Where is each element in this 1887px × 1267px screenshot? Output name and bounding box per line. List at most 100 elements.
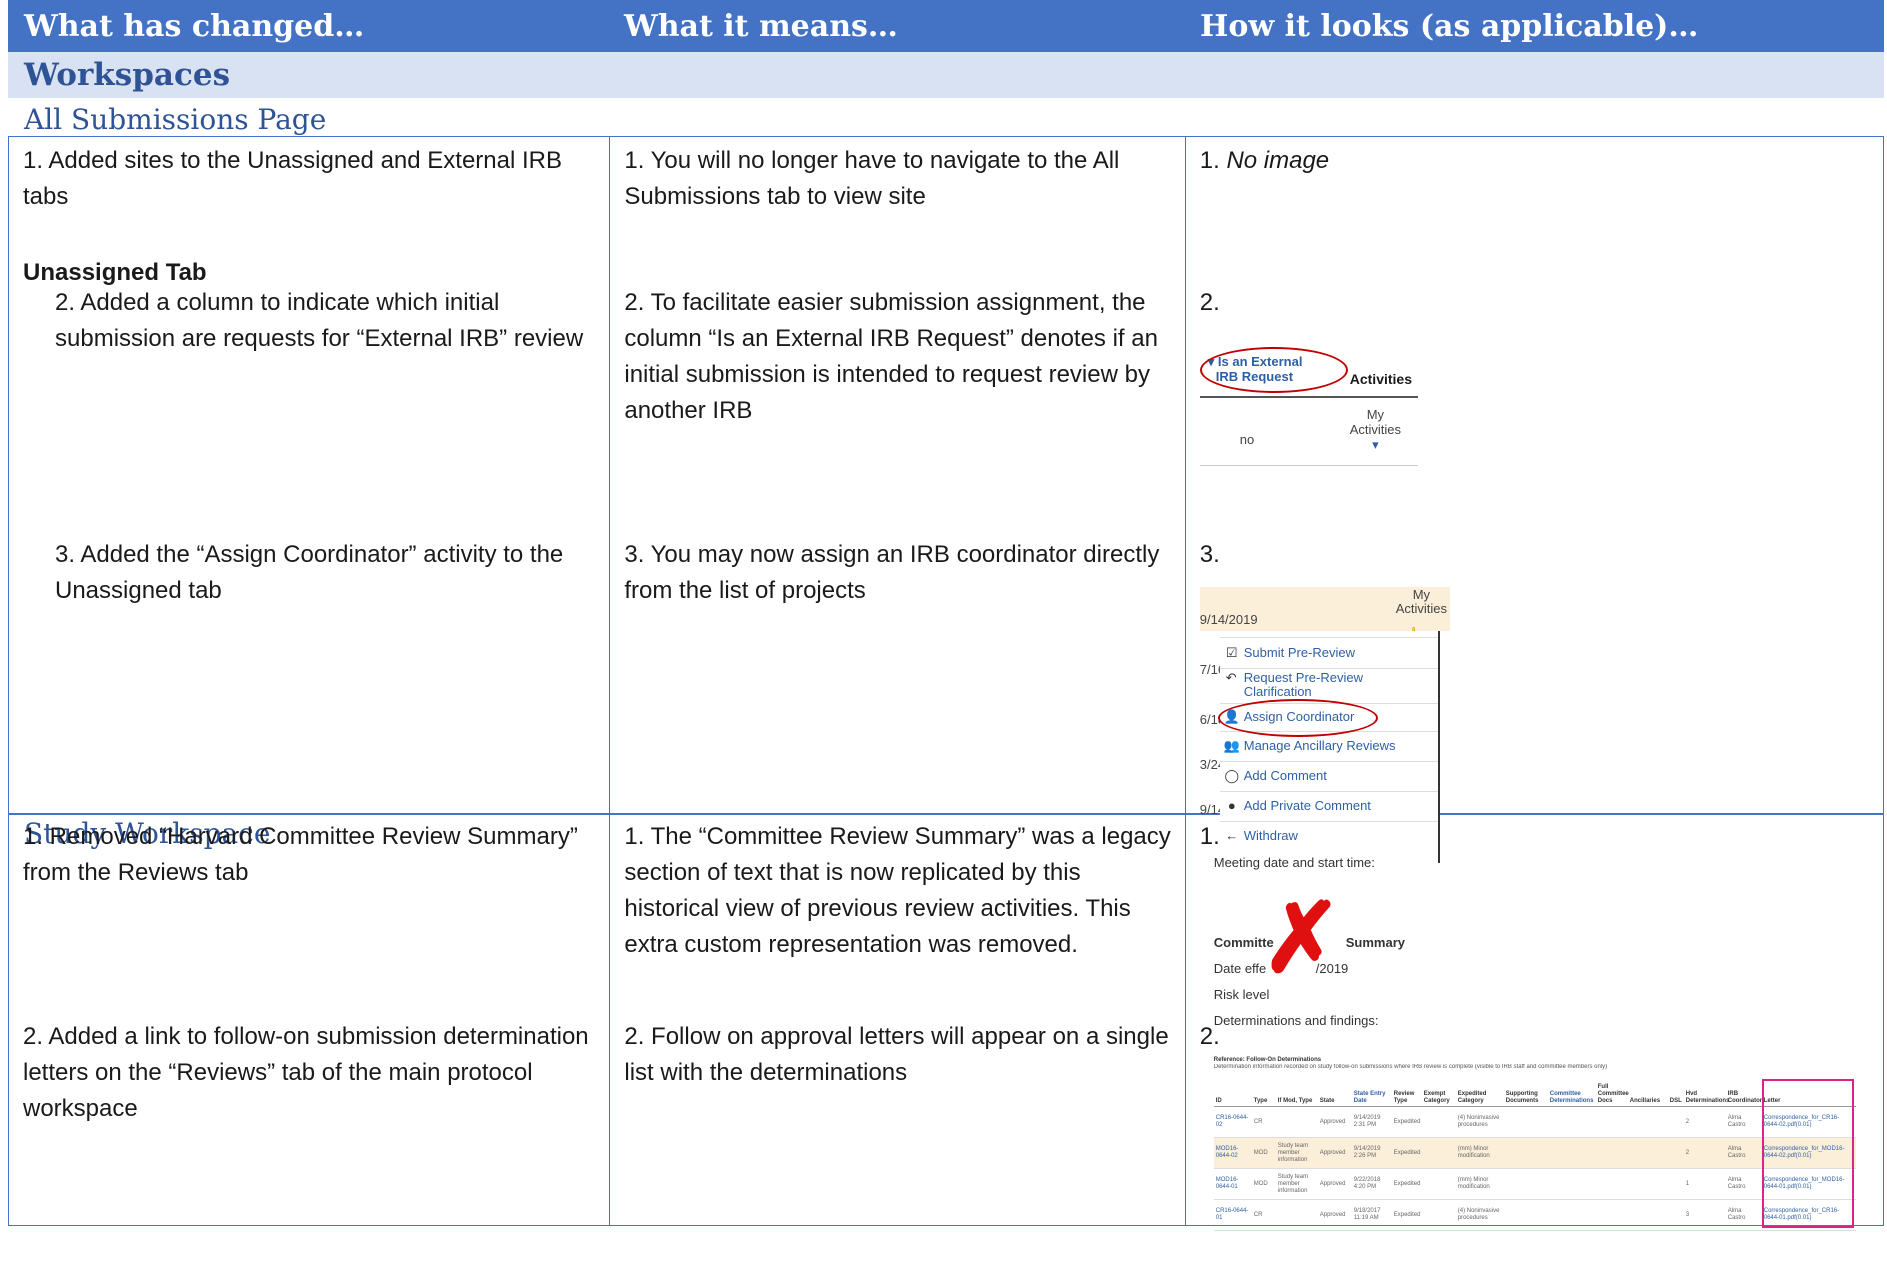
follow-on-column-header: ID [1213, 1083, 1252, 1107]
follow-on-cell [1421, 1168, 1456, 1200]
follow-on-cell: Alma Castro [1725, 1199, 1762, 1231]
follow-on-column-header: Full Committee Docs [1595, 1083, 1629, 1107]
follow-on-cell: 2 [1683, 1106, 1726, 1138]
follow-on-cell: (mm) Minor modification [1455, 1137, 1504, 1169]
table-row: CR16-0644-01 CR Approved 9/18/2017 11:19 AM… [1213, 1199, 1856, 1231]
menu-item-submit-pre-review[interactable]: ☑ Submit Pre-Review [1219, 637, 1438, 669]
row-divider [1199, 465, 1418, 466]
follow-on-cell [1595, 1106, 1628, 1138]
sw-means-item-2: 2. Follow on approval letters will appea… [624, 1023, 1169, 1086]
follow-on-column-header: Type [1251, 1083, 1276, 1107]
external-irb-value: no [1239, 432, 1255, 447]
follow-on-cell [1421, 1199, 1456, 1231]
follow-on-cell [1547, 1106, 1596, 1138]
my-activities-line1: My [1366, 407, 1385, 422]
follow-on-column-header: State [1317, 1083, 1352, 1107]
means-item-2: 2. To facilitate easier submission assig… [624, 289, 1158, 424]
follow-on-cell: CR [1251, 1106, 1276, 1138]
follow-on-cell [1421, 1137, 1456, 1169]
changed-item-2: 2. Added a column to indicate which init… [55, 289, 584, 352]
sw-means-column: 1. The “Committee Review Summary” was a … [609, 815, 1184, 1225]
follow-on-cell: 9/22/2018 4:20 PM [1351, 1168, 1392, 1200]
follow-on-cell [1503, 1199, 1548, 1231]
follow-on-cell: CR [1251, 1199, 1276, 1231]
table-row: MOD16-0644-01 MOD Study team member inform… [1213, 1168, 1856, 1200]
follow-on-cell: 1 [1683, 1168, 1726, 1200]
follow-on-cell: (4) Noninvasive procedures [1455, 1199, 1504, 1231]
follow-on-cell: (4) Noninvasive procedures [1455, 1106, 1504, 1138]
follow-on-cell [1595, 1199, 1628, 1231]
header-what-changed: What has changed… [24, 8, 365, 44]
follow-on-cell: 3 [1683, 1199, 1726, 1231]
table-header-row: What has changed… What it means… How it … [8, 0, 1884, 52]
follow-on-cell [1503, 1137, 1548, 1169]
follow-on-column-header: Exempt Category [1421, 1083, 1456, 1107]
looks-number-2: 2. [1199, 289, 1220, 316]
follow-on-cell [1547, 1137, 1596, 1169]
follow-on-cell: Approved [1317, 1199, 1352, 1231]
document-page: What has changed… What it means… How it … [8, 0, 1884, 1231]
follow-on-cell: Alma Castro [1725, 1106, 1762, 1138]
menu-label-submit-pre-review: Submit Pre-Review [1243, 645, 1356, 660]
means-item-3: 3. You may now assign an IRB coordinator… [624, 541, 1160, 604]
follow-on-cell: 9/14/2019 2:26 PM [1351, 1137, 1392, 1169]
means-item-1: 1. You will no longer have to navigate t… [624, 147, 1120, 210]
follow-on-cell [1627, 1168, 1668, 1200]
follow-on-cell: Study team member information [1275, 1168, 1318, 1200]
follow-on-link-cell[interactable]: MOD16-0644-01 [1213, 1168, 1252, 1200]
follow-on-cell [1667, 1137, 1684, 1169]
follow-on-column-header: Expedited Category [1455, 1083, 1504, 1107]
follow-on-cell: Expedited [1391, 1137, 1422, 1169]
follow-on-cell [1667, 1106, 1684, 1138]
looks-column: 1. No image 2. ▾ Is an External IRB Requ… [1184, 137, 1883, 863]
changed-column: 1. Added sites to the Unassigned and Ext… [9, 137, 609, 813]
follow-on-header-row: ID Type If Mod, Type State State Entry Date R… [1213, 1083, 1856, 1107]
follow-on-column-header: Committee Determinations [1547, 1083, 1596, 1107]
follow-on-determinations-screenshot: Reference: Follow-On Determinations Dete… [1213, 1057, 1856, 1231]
sw-looks-column: 1. Meeting date and start time: Committe… [1184, 815, 1883, 1231]
looks-number-3: 3. [1199, 541, 1220, 568]
external-irb-column-screenshot: ▾ Is an External IRB Request Activities … [1199, 347, 1420, 469]
follow-on-cell [1547, 1168, 1596, 1200]
follow-on-cell: Expedited [1391, 1168, 1422, 1200]
follow-on-column-header: IRB Coordinator [1725, 1083, 1762, 1107]
follow-on-cell: Approved [1317, 1106, 1352, 1138]
follow-on-link-cell[interactable]: MOD16-0644-02 [1213, 1137, 1252, 1169]
follow-on-cell [1667, 1199, 1684, 1231]
sw-looks-number-2: 2. [1199, 1023, 1220, 1050]
follow-on-cell: (mm) Minor modification [1455, 1168, 1504, 1200]
follow-on-link-cell[interactable]: CR16-0644-01 [1213, 1199, 1252, 1231]
follow-on-cell: 2 [1683, 1137, 1726, 1169]
follow-on-title: Reference: Follow-On Determinations [1213, 1057, 1322, 1063]
changed-item-1: 1. Added sites to the Unassigned and Ext… [23, 147, 563, 210]
follow-on-cell [1667, 1168, 1684, 1200]
chevron-down-icon: ▾ [1372, 437, 1379, 452]
reply-arrow-icon: ↶ [1225, 670, 1237, 685]
follow-on-cell [1595, 1137, 1628, 1169]
follow-on-link-cell[interactable]: CR16-0644-02 [1213, 1106, 1252, 1138]
table-row: MOD16-0644-02 MOD Study team member inform… [1213, 1137, 1856, 1169]
follow-on-cell [1627, 1137, 1668, 1169]
follow-on-cell [1547, 1199, 1596, 1231]
red-x-icon: ✗ [1261, 885, 1343, 992]
summary-label-b: Summary [1345, 935, 1405, 950]
header-underline [1199, 396, 1418, 398]
follow-on-cell: MOD [1251, 1137, 1276, 1169]
follow-on-column-header: Review Type [1391, 1083, 1422, 1107]
follow-on-cell: Alma Castro [1725, 1168, 1762, 1200]
section-workspaces: Workspaces [8, 52, 1884, 98]
follow-on-cell [1503, 1168, 1548, 1200]
meeting-date-label: Meeting date and start time: [1213, 855, 1375, 870]
letter-column-highlight [1761, 1079, 1854, 1228]
follow-on-cell: Alma Castro [1725, 1137, 1762, 1169]
changed-item-3: 3. Added the “Assign Coordinator” activi… [55, 541, 564, 604]
sw-means-item-1: 1. The “Committee Review Summary” was a … [624, 823, 1171, 958]
my-label: My [1412, 587, 1431, 602]
follow-on-cell [1275, 1106, 1318, 1138]
follow-on-cell [1595, 1168, 1628, 1200]
header-how-it-looks: How it looks (as applicable)… [1200, 8, 1699, 44]
follow-on-cell: Study team member information [1275, 1137, 1318, 1169]
follow-on-column-header: DSL [1667, 1083, 1684, 1107]
follow-on-cell [1421, 1106, 1456, 1138]
removed-summary-screenshot: Meeting date and start time: Committe Su… [1213, 845, 1544, 1028]
